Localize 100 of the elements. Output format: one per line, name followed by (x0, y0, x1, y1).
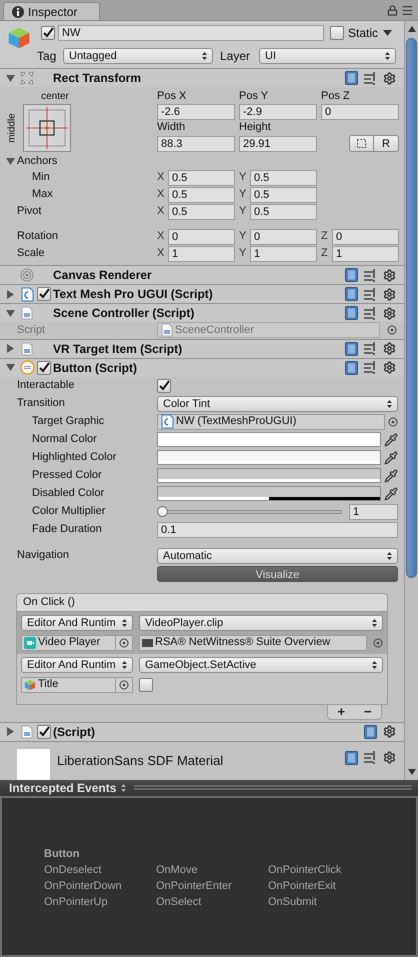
panel-title[interactable]: Intercepted Events (9, 779, 116, 797)
checkbox[interactable] (37, 724, 51, 738)
dropdown[interactable]: Color Tint (157, 396, 398, 412)
remove-button[interactable]: − (364, 705, 372, 718)
number-field[interactable]: 0.5 (168, 204, 235, 220)
object-picker-icon[interactable] (119, 680, 129, 690)
dropdown[interactable]: Editor And Runtim (21, 614, 133, 630)
help-book-icon[interactable] (345, 750, 358, 764)
visualize-button[interactable]: Visualize (157, 566, 398, 582)
number-field[interactable]: 1 (168, 246, 235, 262)
number-field[interactable]: 0 (168, 228, 235, 244)
dropdown[interactable]: UI (259, 48, 396, 64)
checkbox[interactable] (139, 678, 153, 692)
checkbox[interactable] (37, 287, 51, 301)
foldout-label[interactable]: Anchors (17, 152, 58, 170)
help-book-icon[interactable] (345, 360, 358, 374)
scrollbar[interactable] (404, 21, 418, 780)
settings-icon[interactable] (383, 342, 396, 355)
settings-icon[interactable] (383, 268, 396, 282)
collapse-arrow-icon[interactable] (6, 308, 15, 318)
settings-icon[interactable] (383, 72, 396, 84)
expand-arrow-icon[interactable] (6, 344, 15, 353)
number-field[interactable]: 0 (250, 228, 317, 244)
component-header[interactable]: Scene Controller (Script) (0, 303, 404, 322)
number-field[interactable]: 0.1 (157, 522, 398, 538)
object-field[interactable]: NW (TextMeshProUGUI) (157, 414, 385, 430)
dropdown[interactable]: GameObject.SetActive (139, 656, 383, 672)
checkbox[interactable] (37, 360, 51, 374)
settings-icon[interactable] (383, 725, 396, 738)
add-button[interactable]: + (337, 705, 346, 718)
number-field[interactable]: 1 (250, 246, 317, 262)
settings-icon[interactable] (383, 361, 396, 374)
presets-icon[interactable] (364, 342, 377, 355)
number-field[interactable]: 29.91 (239, 136, 317, 152)
object-field[interactable]: RSA® NetWitness® Suite Overview (139, 634, 367, 650)
color-field[interactable] (157, 468, 381, 483)
help-book-icon[interactable] (345, 71, 358, 85)
settings-icon[interactable] (383, 306, 396, 320)
checkbox[interactable] (41, 26, 55, 40)
scrollbar-thumb[interactable] (406, 38, 417, 578)
help-book-icon[interactable] (345, 342, 358, 356)
object-picker-icon[interactable] (387, 325, 397, 336)
scroll-down-icon[interactable] (408, 769, 416, 775)
help-book-icon[interactable] (345, 287, 358, 301)
component-header[interactable]: VR Target Item (Script) (0, 338, 404, 358)
dropdown[interactable]: Untagged (63, 48, 213, 64)
color-picker-icon[interactable] (384, 450, 398, 464)
number-field[interactable]: 0 (321, 104, 399, 120)
number-field[interactable]: 0.5 (168, 186, 235, 202)
checkbox[interactable] (157, 378, 171, 392)
color-picker-icon[interactable] (384, 486, 398, 500)
collapse-arrow-icon[interactable] (6, 156, 15, 166)
object-field[interactable]: Title (21, 676, 133, 692)
settings-icon[interactable] (383, 288, 396, 300)
number-field[interactable]: 1 (349, 504, 398, 520)
help-book-icon[interactable] (345, 306, 358, 320)
number-field[interactable]: 1 (332, 246, 399, 262)
presets-icon[interactable] (364, 361, 377, 374)
help-book-icon[interactable] (364, 724, 377, 738)
component-header[interactable]: Button (Script) (0, 358, 404, 376)
color-field[interactable] (157, 450, 381, 465)
number-field[interactable]: 0.5 (250, 204, 317, 220)
number-field[interactable]: 0 (332, 228, 399, 244)
checkbox[interactable] (330, 26, 344, 40)
presets-icon[interactable] (364, 72, 377, 84)
expand-arrow-icon[interactable] (6, 727, 15, 736)
number-field[interactable]: 0.5 (250, 170, 317, 186)
color-picker-icon[interactable] (384, 432, 398, 446)
presets-icon[interactable] (364, 751, 377, 764)
blueprint-button[interactable] (349, 135, 374, 152)
number-field[interactable]: -2.6 (157, 104, 235, 120)
slider-track[interactable] (157, 506, 342, 517)
object-picker-icon[interactable] (388, 416, 398, 426)
dropdown[interactable]: Automatic (157, 548, 398, 564)
object-picker-icon[interactable] (119, 638, 129, 648)
slider-thumb[interactable] (157, 506, 168, 517)
object-field[interactable]: Video Player (21, 634, 133, 650)
dropdown-arrow-icon[interactable] (383, 30, 392, 36)
menu-icon[interactable] (401, 4, 414, 17)
raw-edit-button[interactable]: R (374, 135, 399, 152)
component-header[interactable]: Text Mesh Pro UGUI (Script) (0, 284, 404, 303)
event-entry[interactable]: Editor And Runtim GameObject.SetActive Title (17, 654, 387, 696)
collapse-arrow-icon[interactable] (6, 74, 15, 82)
collapse-arrow-icon[interactable] (6, 363, 15, 372)
name-field[interactable]: NW (58, 25, 324, 41)
dropdown[interactable]: Editor And Runtim (21, 656, 133, 672)
number-field[interactable]: 88.3 (157, 136, 235, 152)
presets-icon[interactable] (364, 306, 377, 320)
number-field[interactable]: 0.5 (250, 186, 317, 202)
component-header[interactable]: Canvas Renderer (0, 265, 404, 284)
component-header[interactable]: Rect Transform (0, 68, 404, 87)
help-book-icon[interactable] (345, 268, 358, 282)
scroll-up-icon[interactable] (408, 26, 416, 32)
dropdown[interactable]: VideoPlayer.clip (139, 614, 383, 630)
presets-icon[interactable] (364, 288, 377, 300)
lock-icon[interactable] (387, 5, 398, 16)
inspector-tab[interactable]: Inspector (3, 2, 100, 20)
expand-arrow-icon[interactable] (6, 290, 15, 298)
object-picker-icon[interactable] (373, 638, 383, 648)
color-picker-icon[interactable] (384, 468, 398, 482)
